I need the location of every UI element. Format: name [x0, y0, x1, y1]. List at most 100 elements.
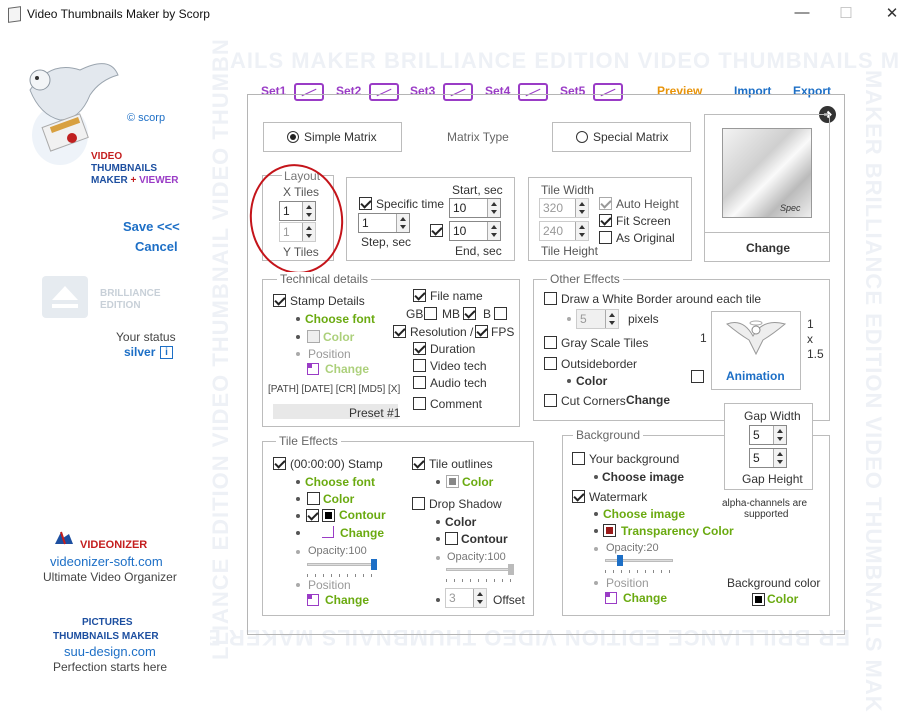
bg-color-link[interactable]: Color [767, 592, 798, 606]
b-checkbox[interactable] [494, 307, 507, 320]
preview-change-button[interactable]: Change [746, 241, 790, 255]
watermark-checkbox[interactable] [572, 490, 585, 503]
simple-matrix-radio[interactable] [287, 131, 299, 143]
comment-checkbox[interactable] [413, 397, 426, 410]
shadow-contour-link[interactable]: Contour [461, 532, 508, 546]
main-panel: AILS MAKER BRILLIANCE EDITION VIDEO THUM… [210, 30, 916, 720]
wm-opacity-slider[interactable] [605, 554, 673, 573]
video-tech-checkbox[interactable] [413, 359, 426, 372]
contour-change-icon[interactable] [322, 526, 334, 538]
cut-corners-change-link[interactable]: Change [626, 393, 670, 407]
step-input[interactable]: 1 [358, 213, 410, 233]
outside-border-label: Outsideborder [561, 357, 638, 371]
duration-checkbox[interactable] [413, 342, 426, 355]
your-background-checkbox[interactable] [572, 452, 585, 465]
fps-checkbox[interactable] [475, 325, 488, 338]
transparency-color-link[interactable]: Transparency Color [621, 524, 734, 538]
outline-color-link[interactable]: Color [462, 475, 493, 489]
watermark-label: Watermark [589, 490, 648, 504]
videonizer-link[interactable]: videonizer-soft.com [50, 554, 163, 569]
contour-change-link[interactable]: Change [340, 526, 384, 540]
start-input[interactable]: 10 [449, 198, 501, 218]
chevron-down-icon[interactable] [605, 310, 618, 328]
bullet [296, 550, 300, 554]
maximize-button[interactable]: ☐ [834, 4, 858, 24]
gray-scale-checkbox[interactable] [544, 336, 557, 349]
gap-width-stepper-front-icon[interactable] [773, 426, 786, 444]
pictures-link[interactable]: suu-design.com [64, 644, 156, 659]
shadow-opacity-slider[interactable] [446, 563, 514, 582]
special-matrix-radio[interactable] [576, 131, 588, 143]
end-input[interactable]: 10 [449, 221, 501, 241]
tech-color-swatch[interactable] [307, 330, 320, 343]
contour-link[interactable]: Contour [339, 508, 386, 522]
bg-choose-image-link[interactable]: Choose image [602, 470, 684, 484]
tile-opacity-slider[interactable] [307, 558, 377, 577]
shadow-contour-swatch[interactable] [445, 532, 458, 545]
file-name-checkbox[interactable] [413, 289, 426, 302]
as-original-checkbox[interactable] [599, 231, 612, 244]
gb-checkbox[interactable] [424, 307, 437, 320]
border-pixels-select[interactable]: 5 [576, 309, 619, 329]
white-border-checkbox[interactable] [544, 292, 557, 305]
stamp-details-checkbox[interactable] [273, 294, 286, 307]
step-stepper-icon[interactable] [396, 214, 409, 232]
stamp-checkbox[interactable] [273, 457, 286, 470]
offset-label: Offset [493, 593, 525, 607]
tile-color-swatch[interactable] [307, 492, 320, 505]
shadow-color-link[interactable]: Color [445, 515, 476, 529]
tile-height-input[interactable]: 240 [539, 221, 589, 241]
tile-choose-font-link[interactable]: Choose font [305, 475, 375, 489]
end-checkbox[interactable] [430, 224, 443, 237]
tile-width-input[interactable]: 320 [539, 198, 589, 218]
transparency-color-swatch[interactable] [603, 524, 616, 537]
resolution-label: Resolution / [410, 325, 474, 339]
offset-stepper-icon[interactable] [473, 589, 486, 607]
tile-position-icon[interactable] [307, 594, 319, 606]
wm-position-change-link[interactable]: Change [623, 591, 667, 605]
contour-color-swatch[interactable] [322, 509, 335, 522]
gap-height-stepper-front-icon[interactable] [773, 449, 786, 467]
gap-width-input-front[interactable]: 5 [749, 425, 787, 445]
tile-width-stepper-icon[interactable] [575, 199, 588, 217]
tile-position-change-link[interactable]: Change [325, 593, 369, 607]
fit-screen-checkbox[interactable] [599, 214, 612, 227]
outline-color-swatch[interactable] [446, 475, 459, 488]
tile-color-link[interactable]: Color [323, 492, 354, 506]
tile-height-stepper-icon[interactable] [575, 222, 588, 240]
animation-button[interactable]: Animation [726, 369, 785, 383]
end-stepper-icon[interactable] [487, 222, 500, 240]
pictures-desc: Perfection starts here [53, 660, 168, 674]
drop-shadow-checkbox[interactable] [412, 497, 425, 510]
contour-checkbox[interactable] [306, 509, 319, 522]
outside-border-checkbox[interactable] [544, 357, 557, 370]
status-info-icon[interactable]: i [160, 346, 173, 359]
auto-height-checkbox[interactable] [599, 197, 612, 210]
save-button[interactable]: Save <<< [123, 219, 180, 234]
offset-input[interactable]: 3 [445, 588, 487, 608]
tech-choose-font-link[interactable]: Choose font [305, 312, 375, 326]
preset-label: Preset #1 [349, 406, 401, 420]
animation-checkbox[interactable] [691, 370, 704, 383]
tile-opacity-thumb[interactable] [371, 559, 377, 570]
audio-tech-checkbox[interactable] [413, 376, 426, 389]
cut-corners-checkbox[interactable] [544, 394, 557, 407]
tech-change-link[interactable]: Change [325, 362, 369, 376]
minimize-button[interactable]: — [790, 4, 814, 24]
tile-outlines-checkbox[interactable] [412, 457, 425, 470]
close-button[interactable]: ✕ [880, 4, 904, 24]
wm-opacity-thumb[interactable] [617, 555, 623, 566]
bg-color-swatch[interactable] [752, 593, 765, 606]
shadow-opacity-thumb[interactable] [508, 564, 514, 575]
resolution-checkbox[interactable] [393, 325, 406, 338]
outside-border-color-link[interactable]: Color [576, 374, 607, 388]
gap-height-input-front[interactable]: 5 [749, 448, 787, 468]
specific-time-checkbox[interactable] [359, 197, 372, 210]
mb-checkbox[interactable] [463, 307, 476, 320]
tech-color-link[interactable]: Color [323, 330, 354, 344]
wm-position-icon[interactable] [605, 592, 617, 604]
cancel-button[interactable]: Cancel [135, 239, 178, 254]
tech-position-icon[interactable] [307, 363, 319, 375]
start-stepper-icon[interactable] [487, 199, 500, 217]
wm-choose-image-link[interactable]: Choose image [603, 507, 685, 521]
